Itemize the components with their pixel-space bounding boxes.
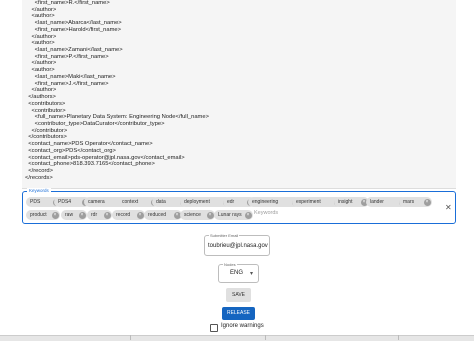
tab-divider	[398, 335, 399, 340]
keyword-chip-label: record	[116, 212, 131, 218]
nodes-label: Nodes	[223, 262, 237, 267]
nodes-select[interactable]: Nodes ENG ▾	[218, 262, 259, 283]
save-button[interactable]: SAVE	[226, 288, 251, 302]
ignore-warnings-checkbox[interactable]	[210, 324, 218, 332]
keyword-chip-label: insight	[338, 199, 353, 205]
keyword-chip[interactable]: reduced ×	[144, 210, 182, 220]
bottom-tab-bar	[0, 335, 474, 341]
keyword-chip-label: mars	[403, 199, 415, 205]
keywords-label: Keywords	[27, 188, 51, 193]
keyword-chip-label: Lunar rays	[218, 212, 242, 218]
keyword-chip-label: product	[30, 212, 47, 218]
xml-line: </records>	[25, 174, 53, 181]
keyword-chip-label: engineering	[252, 199, 279, 205]
keyword-chip-label: reduced	[148, 212, 167, 218]
keyword-chip[interactable]: mars ×	[399, 197, 432, 207]
keyword-chip-label: science	[184, 212, 201, 218]
keyword-chip-label: lander	[370, 199, 384, 205]
chip-delete-icon[interactable]: ×	[206, 211, 214, 219]
submitter-email-label: Submitter Email	[209, 233, 240, 238]
xml-preview-panel: <first_name>R.</first_name> </author> <a…	[22, 0, 456, 189]
nodes-value: ENG	[230, 270, 244, 276]
keyword-chip-label: deployment	[184, 199, 210, 205]
keyword-chip-label: PDS4	[58, 199, 72, 205]
tab-divider	[130, 335, 131, 340]
clear-keywords-icon[interactable]: ✕	[445, 203, 452, 212]
chip-delete-icon[interactable]: ×	[244, 211, 252, 219]
release-button[interactable]: RELEASE	[222, 307, 255, 320]
keyword-chip-label: data	[156, 199, 166, 205]
keyword-chip-label: rdr	[91, 212, 98, 218]
ignore-warnings-label: Ignore warnings	[221, 323, 264, 329]
keyword-chip-label: PDS	[30, 199, 41, 205]
keyword-chip-label: camera	[88, 199, 105, 205]
chip-delete-icon[interactable]: ×	[78, 211, 86, 219]
keyword-chip[interactable]: record ×	[112, 210, 145, 220]
tab-divider	[265, 335, 266, 340]
keyword-chip-label: context	[122, 199, 139, 205]
keyword-chip[interactable]: rdr ×	[87, 210, 112, 220]
keyword-chip[interactable]: science ×	[180, 210, 215, 220]
keyword-chip-label: raw	[65, 212, 74, 218]
keyword-chip[interactable]: raw ×	[61, 210, 87, 220]
keyword-chip[interactable]: insight ×	[334, 197, 369, 207]
keyword-chip-label: edr	[227, 199, 235, 205]
keyword-chip[interactable]: product ×	[26, 210, 60, 220]
chip-delete-icon[interactable]: ×	[136, 211, 144, 219]
chip-delete-icon[interactable]: ×	[51, 211, 59, 219]
keyword-chip-label: experiment	[296, 199, 321, 205]
chevron-down-icon: ▾	[250, 271, 254, 277]
submitter-email-field[interactable]: Submitter Email toubrieu@jpl.nasa.gov	[204, 233, 270, 256]
keyword-chip[interactable]: Lunar rays ×	[214, 210, 253, 220]
submitter-email-value: toubrieu@jpl.nasa.gov	[208, 243, 268, 249]
keywords-input[interactable]: Keywords	[254, 210, 278, 216]
chip-delete-icon[interactable]: ×	[103, 211, 111, 219]
chip-delete-icon[interactable]: ×	[423, 198, 431, 206]
